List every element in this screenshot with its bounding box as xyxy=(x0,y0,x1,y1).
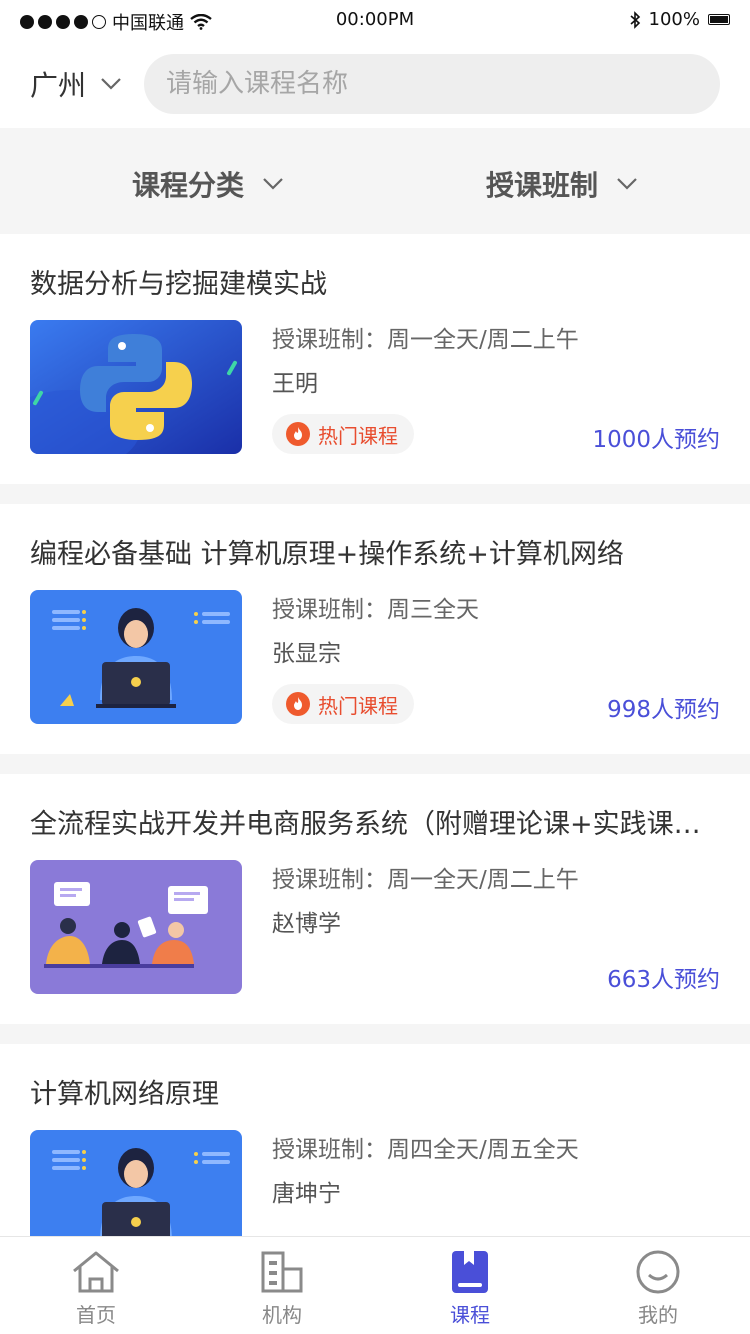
status-bar: 中国联通 00:00PM 100% xyxy=(0,0,750,40)
booking-count: 1000人预约 xyxy=(592,427,720,453)
course-card[interactable]: 全流程实战开发并电商服务系统（附赠理论课+实践课… 授课班制：周一全天/周二上午… xyxy=(0,774,750,1024)
filter-label: 授课班制 xyxy=(486,169,599,202)
booking-count: 998人预约 xyxy=(607,697,720,723)
course-title: 计算机网络原理 xyxy=(30,1079,219,1110)
tab-profile[interactable]: 我的 xyxy=(598,1249,718,1328)
battery-icon xyxy=(708,14,730,25)
search-input[interactable] xyxy=(144,54,720,114)
meeting-thumbnail xyxy=(30,860,242,994)
chevron-down-icon xyxy=(101,78,121,90)
status-right: 100% xyxy=(629,9,730,30)
filter-class-format[interactable]: 授课班制 xyxy=(486,164,638,204)
filter-bar: 课程分类 授课班制 xyxy=(0,128,750,234)
city-selector[interactable]: 广州 xyxy=(30,64,122,104)
course-card[interactable]: 编程必备基础 计算机原理+操作系统+计算机网络 授课班制：周三全天 张显宗 热门… xyxy=(0,504,750,754)
tab-label: 我的 xyxy=(638,1303,678,1327)
course-title: 数据分析与挖掘建模实战 xyxy=(30,269,327,300)
booking-count: 663人预约 xyxy=(607,967,720,993)
course-teacher: 张显宗 xyxy=(272,641,341,667)
city-name: 广州 xyxy=(30,69,87,102)
header: 广州 xyxy=(0,40,750,128)
course-schedule: 授课班制：周四全天/周五全天 xyxy=(272,1137,579,1163)
tab-courses[interactable]: 课程 xyxy=(410,1249,530,1328)
tab-home[interactable]: 首页 xyxy=(36,1249,156,1328)
building-icon xyxy=(261,1251,303,1293)
python-thumbnail xyxy=(30,320,242,454)
course-teacher: 王明 xyxy=(272,371,318,397)
course-teacher: 唐坤宁 xyxy=(272,1181,341,1207)
tab-label: 首页 xyxy=(76,1303,116,1327)
chevron-down-icon xyxy=(263,178,283,190)
bluetooth-icon xyxy=(630,10,640,29)
hot-badge: 热门课程 xyxy=(272,414,414,454)
flame-icon xyxy=(286,692,310,716)
tab-label: 机构 xyxy=(262,1303,302,1327)
hot-badge: 热门课程 xyxy=(272,684,414,724)
tab-institutions[interactable]: 机构 xyxy=(222,1249,342,1328)
hot-label: 热门课程 xyxy=(318,423,398,448)
course-title: 全流程实战开发并电商服务系统（附赠理论课+实践课… xyxy=(30,809,701,840)
course-card[interactable]: 计算机网络原理 授课班制：周四全天/周五全天 唐坤宁 xyxy=(0,1044,750,1236)
book-icon xyxy=(452,1251,488,1293)
hot-label: 热门课程 xyxy=(318,693,398,718)
filter-course-category[interactable]: 课程分类 xyxy=(132,164,284,204)
programmer-thumbnail xyxy=(30,590,242,724)
tab-label: 课程 xyxy=(450,1303,490,1327)
filter-label: 课程分类 xyxy=(132,169,245,202)
course-title: 编程必备基础 计算机原理+操作系统+计算机网络 xyxy=(30,539,624,570)
course-teacher: 赵博学 xyxy=(272,911,341,937)
flame-icon xyxy=(286,422,310,446)
programmer-thumbnail xyxy=(30,1130,242,1236)
chevron-down-icon xyxy=(617,178,637,190)
course-schedule: 授课班制：周一全天/周二上午 xyxy=(272,867,579,893)
tab-bar: 首页 机构 课程 我的 xyxy=(0,1236,750,1334)
course-card[interactable]: 数据分析与挖掘建模实战 授课班制：周一全天/周二上午 王明 热门课程 1000人… xyxy=(0,234,750,484)
course-schedule: 授课班制：周一全天/周二上午 xyxy=(272,327,579,353)
profile-icon xyxy=(636,1250,680,1294)
course-schedule: 授课班制：周三全天 xyxy=(272,597,479,623)
battery-percent: 100% xyxy=(648,9,700,30)
home-icon xyxy=(73,1251,119,1293)
